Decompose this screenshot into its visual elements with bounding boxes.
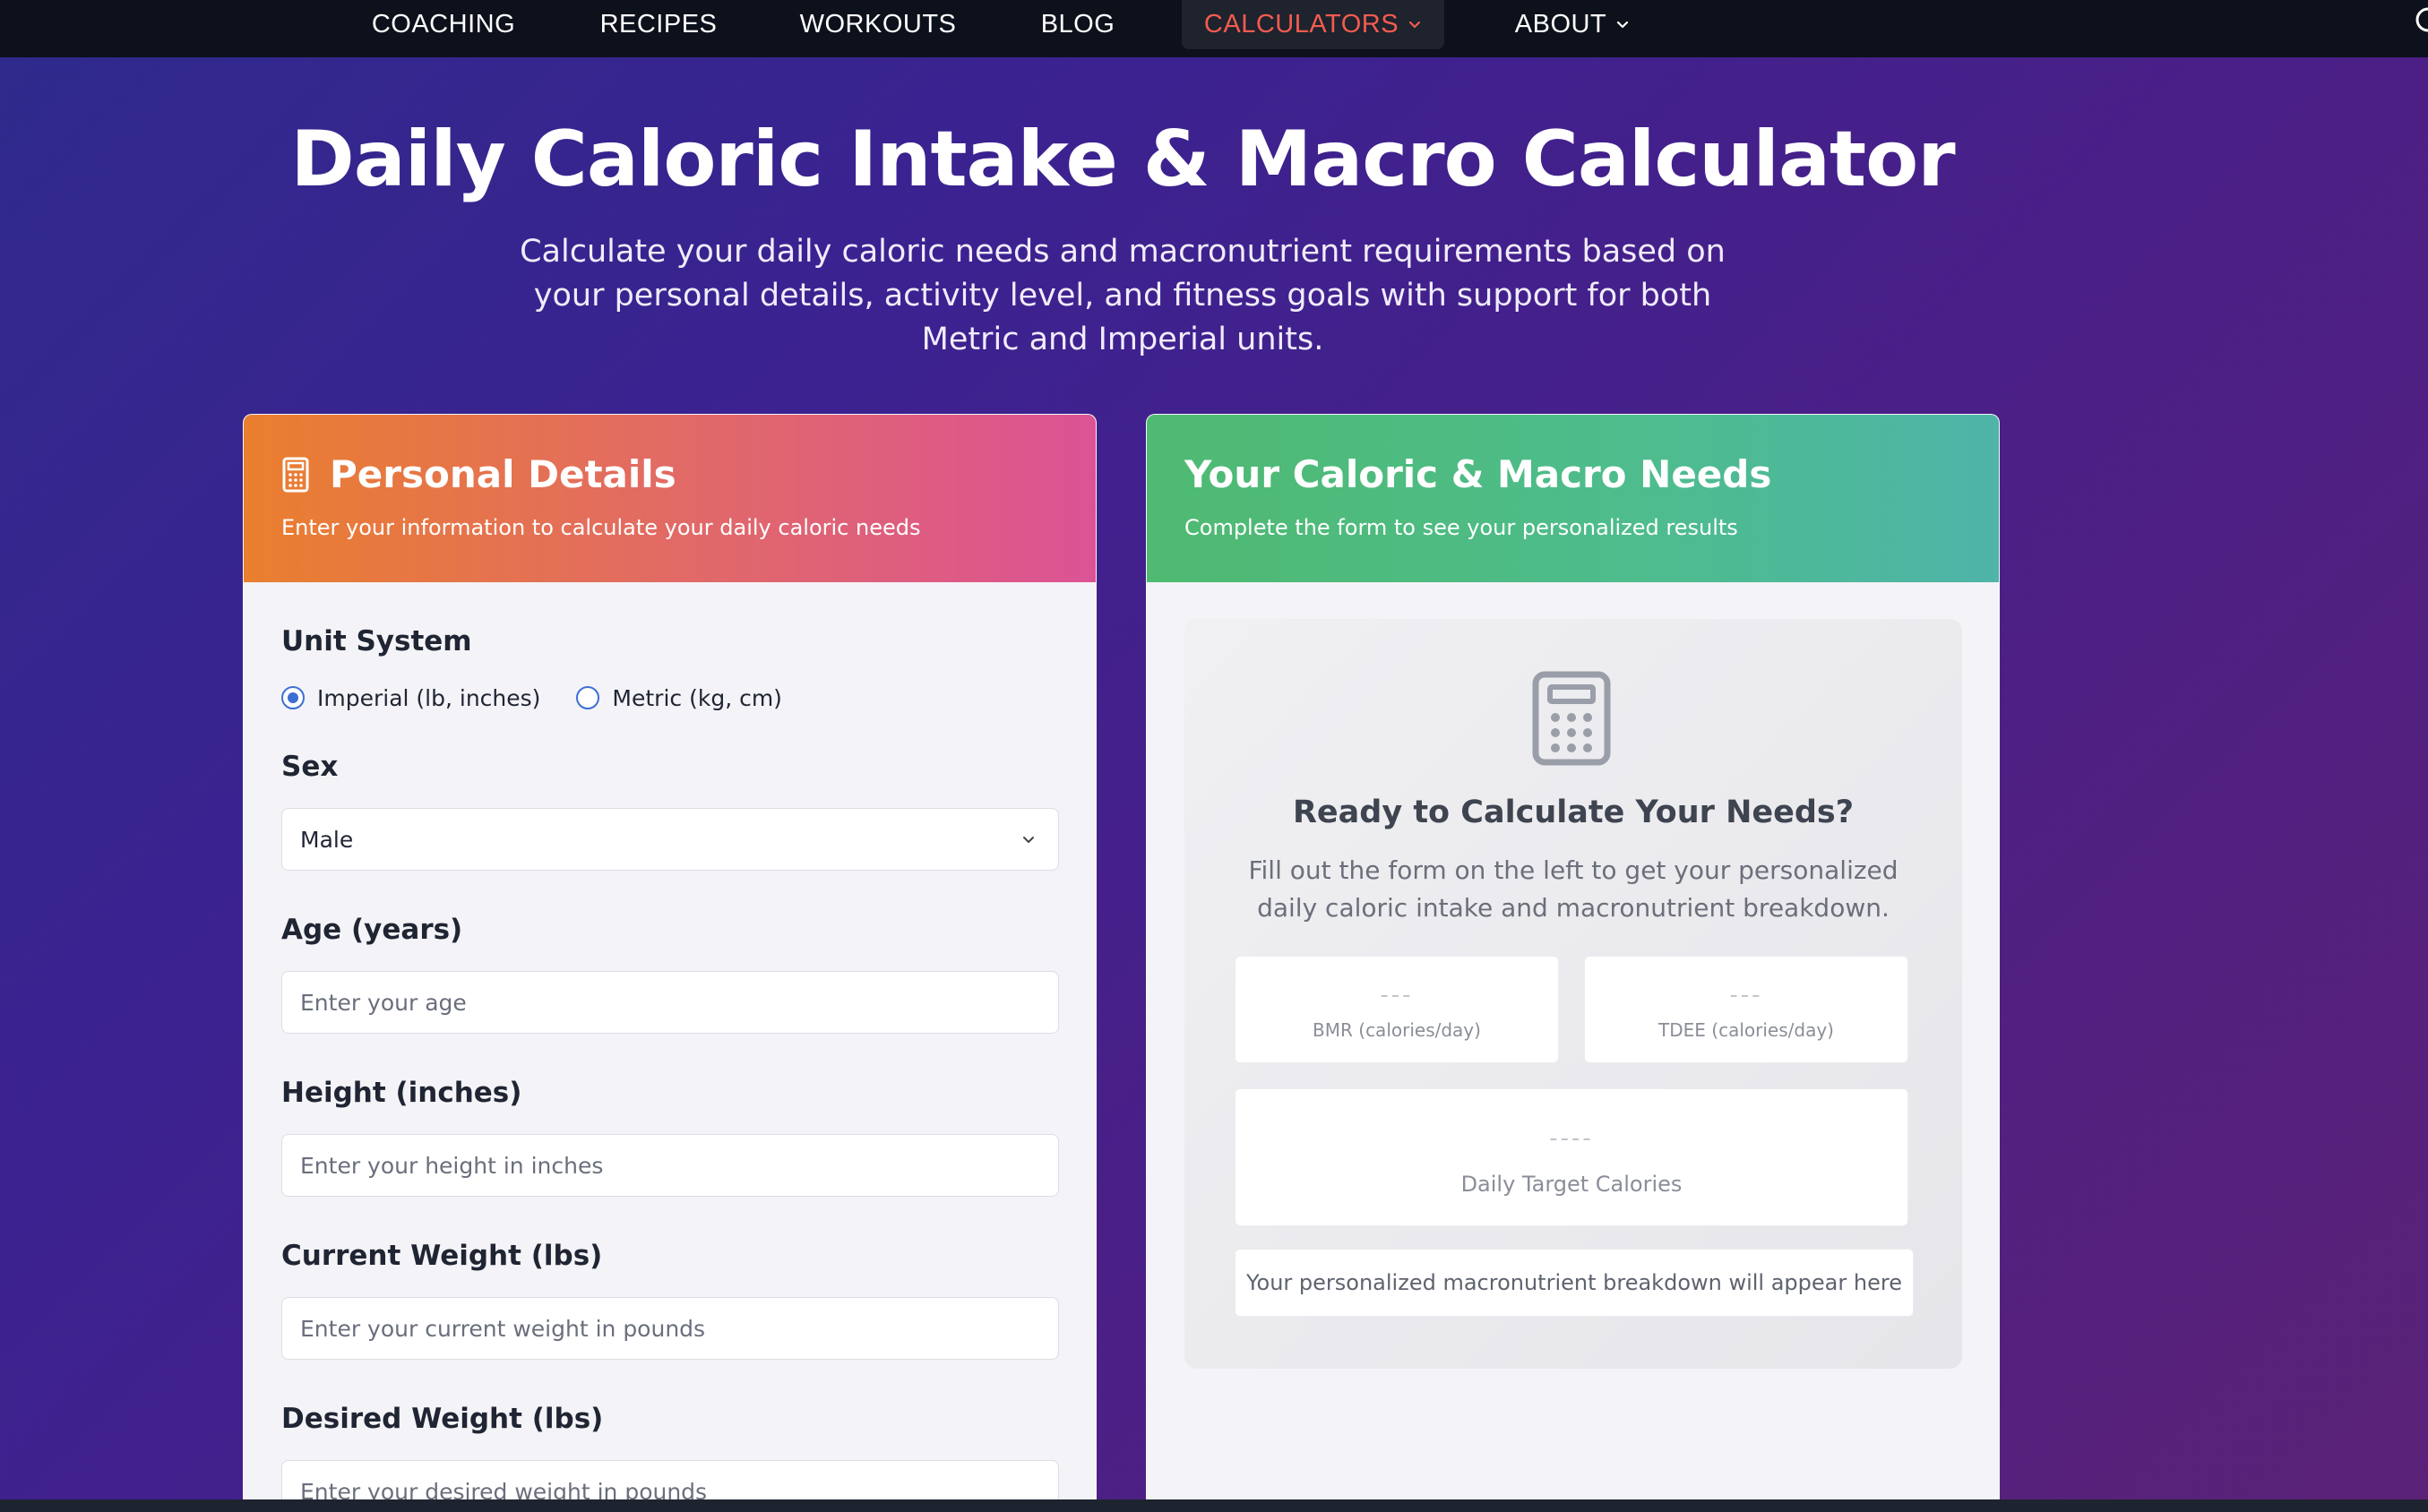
results-description: Complete the form to see your personaliz… (1184, 515, 1738, 540)
radio-metric[interactable] (576, 686, 600, 709)
nav-item-calculators[interactable]: CALCULATORS (1182, 0, 1444, 49)
desired-weight-label: Desired Weight (lbs) (281, 1403, 604, 1435)
current-weight-label: Current Weight (lbs) (281, 1240, 603, 1272)
bmr-label: BMR (calories/day) (1313, 1019, 1481, 1041)
personal-details-header: Personal Details Enter your information … (244, 415, 1096, 582)
partial-icon (2415, 4, 2428, 36)
nav-item-workouts[interactable]: WORKOUTS (788, 0, 968, 49)
taskbar-strip (0, 1499, 2428, 1512)
results-header: Your Caloric & Macro Needs Complete the … (1147, 415, 1999, 582)
nav-item-calculators-label: CALCULATORS (1203, 10, 1399, 39)
personal-details-title-text: Personal Details (330, 452, 676, 496)
calculator-icon (281, 456, 310, 494)
ready-title: Ready to Calculate Your Needs? (1292, 795, 1855, 830)
nav-item-recipes[interactable]: RECIPES (587, 0, 730, 49)
ready-text: Fill out the form on the left to get you… (1248, 855, 1898, 923)
height-input[interactable]: Enter your height in inches (281, 1134, 1059, 1197)
top-navigation: COACHING RECIPES WORKOUTS BLOG CALCULATO… (0, 0, 2428, 57)
sex-select[interactable]: Male (281, 808, 1059, 871)
results-card: Your Caloric & Macro Needs Complete the … (1146, 414, 2000, 1512)
tdee-stat: --- TDEE (calories/day) (1584, 956, 1908, 1063)
page-subtitle: Calculate your daily caloric needs and m… (520, 234, 1726, 357)
target-calories-value: ---- (1549, 1125, 1594, 1152)
results-placeholder-panel: Ready to Calculate Your Needs? Fill out … (1184, 619, 1962, 1369)
target-calories-label: Daily Target Calories (1460, 1172, 1683, 1197)
radio-imperial[interactable] (281, 686, 305, 709)
tdee-value: --- (1729, 982, 1763, 1009)
age-input[interactable]: Enter your age (281, 971, 1059, 1034)
results-title: Your Caloric & Macro Needs (1184, 452, 1772, 496)
macro-breakdown-note: Your personalized macronutrient breakdow… (1235, 1249, 1914, 1317)
height-label: Height (inches) (281, 1077, 522, 1109)
sex-select-value: Male (300, 826, 354, 853)
chevron-down-icon (1020, 832, 1037, 848)
unit-system-radio-group: Imperial (lb, inches) Metric (kg, cm) (281, 680, 818, 716)
target-calories-stat: ---- Daily Target Calories (1235, 1088, 1908, 1226)
bmr-value: --- (1380, 982, 1414, 1009)
radio-metric-label[interactable]: Metric (kg, cm) (612, 685, 782, 711)
tdee-label: TDEE (calories/day) (1658, 1019, 1834, 1041)
personal-details-description: Enter your information to calculate your… (281, 515, 921, 540)
bmr-stat: --- BMR (calories/day) (1235, 956, 1559, 1063)
calculator-icon (1532, 671, 1611, 766)
sex-label: Sex (281, 751, 339, 783)
nav-item-coaching[interactable]: COACHING (363, 0, 524, 49)
page-title: Daily Caloric Intake & Macro Calculator (290, 115, 1955, 204)
chevron-down-icon (1615, 18, 1630, 32)
age-label: Age (years) (281, 914, 463, 946)
chevron-down-icon (1408, 18, 1422, 32)
unit-system-label: Unit System (281, 625, 472, 657)
personal-details-card: Personal Details Enter your information … (243, 414, 1097, 1512)
nav-item-about[interactable]: ABOUT (1505, 0, 1640, 49)
personal-details-title: Personal Details (281, 452, 676, 496)
nav-item-blog[interactable]: BLOG (1030, 0, 1125, 49)
current-weight-input[interactable]: Enter your current weight in pounds (281, 1297, 1059, 1360)
nav-item-about-label: ABOUT (1514, 10, 1607, 39)
radio-imperial-label[interactable]: Imperial (lb, inches) (317, 685, 540, 711)
